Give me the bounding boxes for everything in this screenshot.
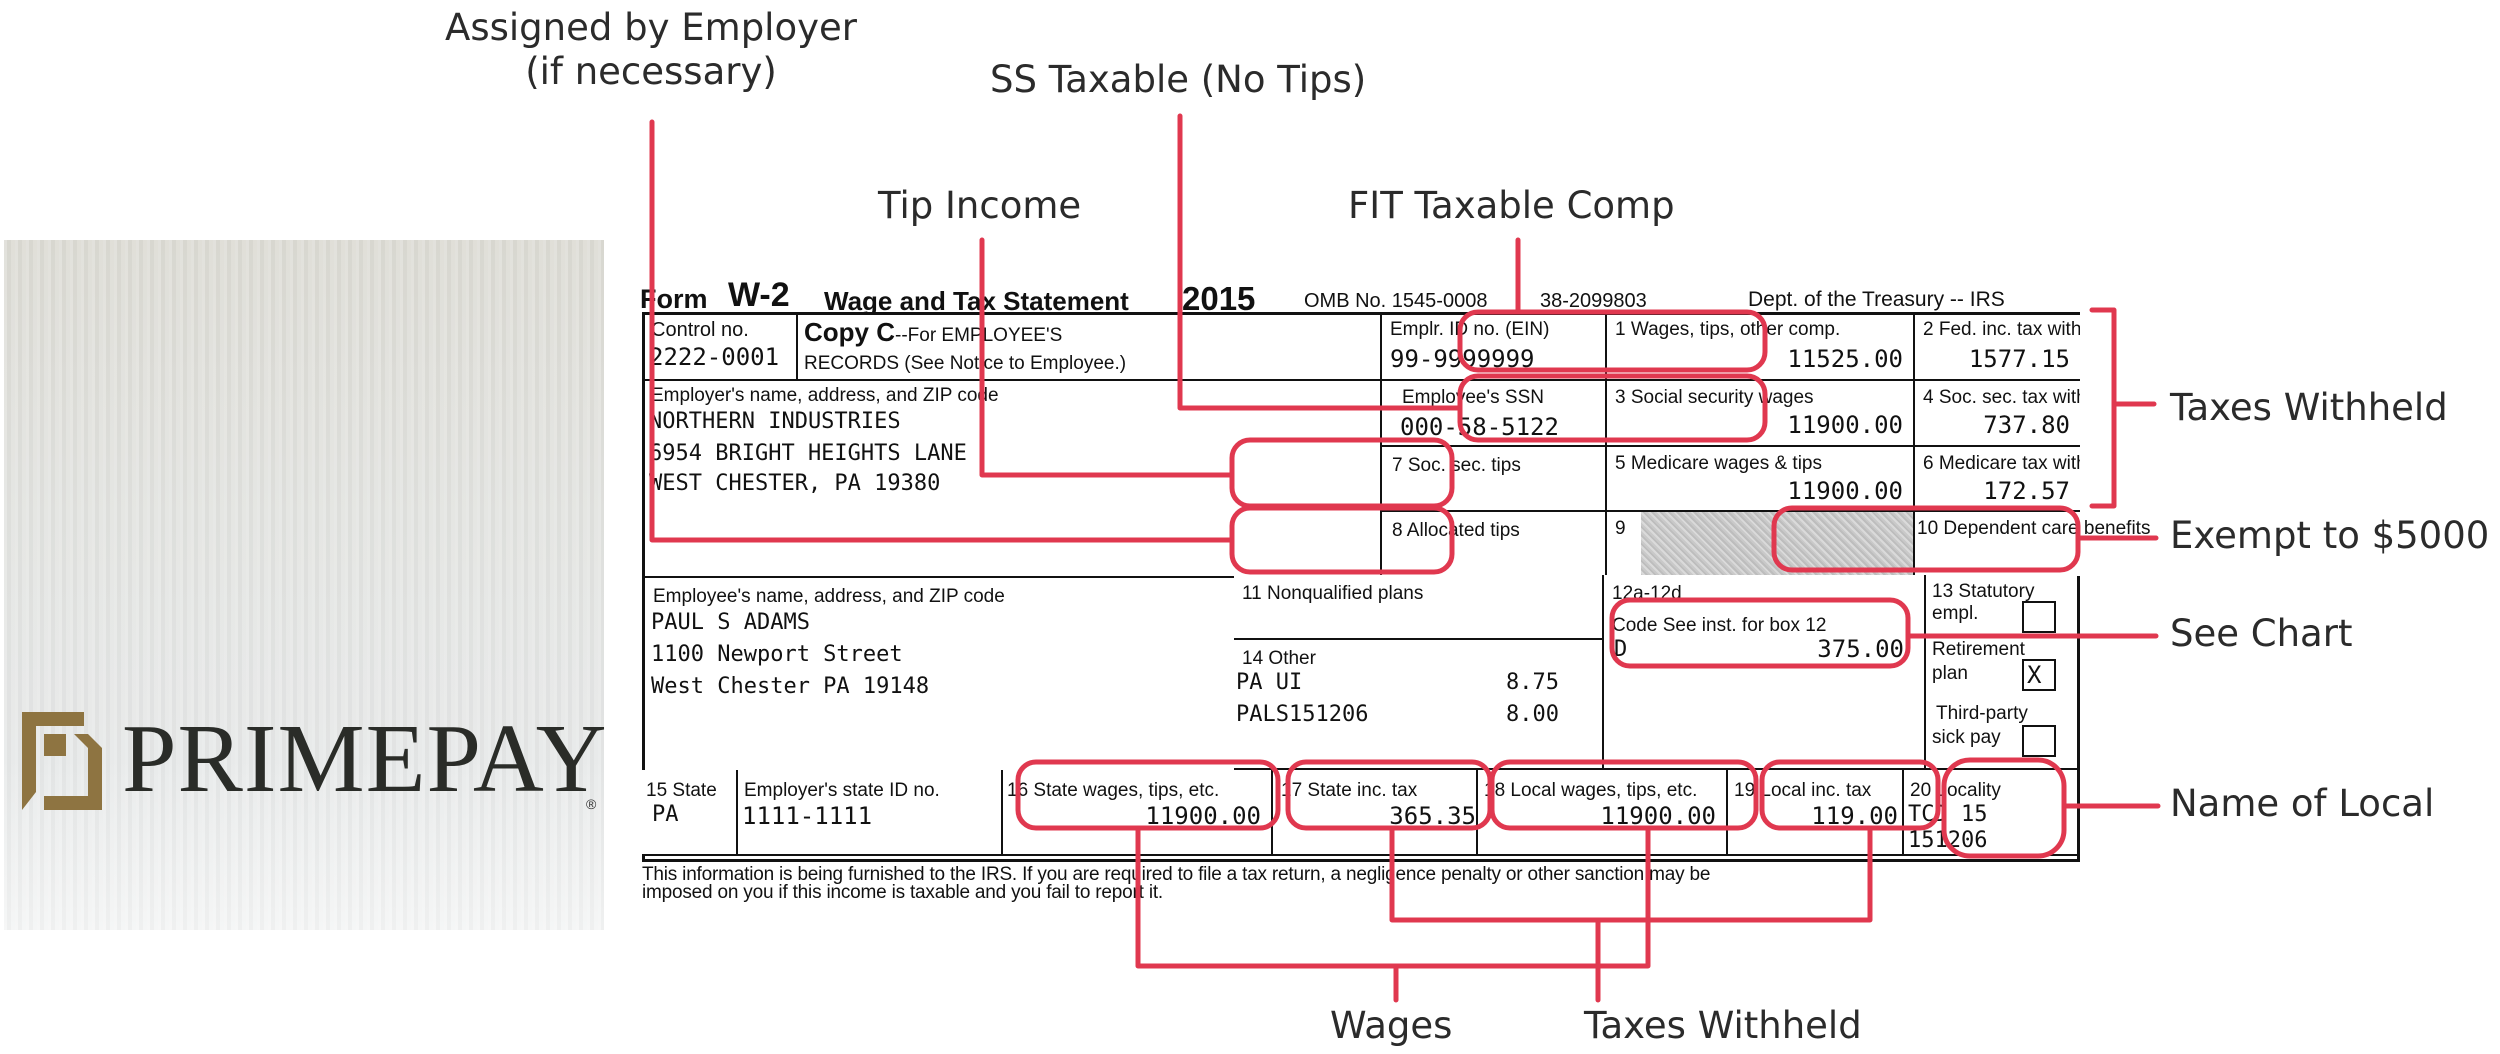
third-party-sick-pay-checkbox[interactable] [2022,725,2056,757]
box-19-label: 19 Local inc. tax [1734,780,1872,801]
box-13-thirdparty-line-1: Third-party [1936,703,2028,724]
box-17: 17 State inc. tax 365.35 [1273,770,1478,856]
box-16-label: 16 State wages, tips, etc. [1007,780,1220,801]
box-15-state: 15 State PA [642,770,738,856]
box-14-row-2-name: PALS151206 [1236,702,1369,727]
annotation-see-chart: See Chart [2170,612,2353,655]
box-14: 14 Other PA UI 8.75 PALS151206 8.00 [1234,640,1604,770]
retirement-plan-checkbox[interactable]: X [2022,659,2056,691]
irs-notice-line-2: imposed on you if this income is taxable… [642,882,1163,903]
box-20: 20 Locality TCD 15 151206 [1904,770,2077,856]
box-18-value: 11900.00 [1600,802,1716,830]
box-14-row-1-amount: 8.75 [1506,670,1559,695]
box-13-retirement-line-1: Retirement [1932,639,2025,660]
annotation-name-of-local: Name of Local [2170,782,2435,825]
primepay-logo-icon [22,712,102,810]
box-19: 19 Local inc. tax 119.00 [1728,770,1904,856]
box-14-row-1-name: PA UI [1236,670,1303,695]
annotation-tip-income: Tip Income [878,184,1082,227]
box-12-value: 375.00 [1817,635,1904,663]
box-16: 16 State wages, tips, etc. 11900.00 [1003,770,1273,856]
box-20-label: 20 Locality [1910,780,2001,801]
annotation-wages: Wages [1330,1004,1453,1047]
dept-treasury: Dept. of the Treasury -- IRS [1748,288,2005,311]
state-id-value: 1111-1111 [742,802,873,830]
primepay-logo-panel: PRIMEPAY ® [4,240,607,930]
box-15-label: 15 State [646,780,717,801]
annotation-assigned-by-employer: Assigned by Employer (if necessary) [436,6,866,95]
w2-form: Form W-2 Wage and Tax Statement 2015 OMB… [640,276,2150,910]
header-ein: 38-2099803 [1540,290,1647,312]
box-13-statutory-line-1: 13 Statutory [1932,581,2035,602]
box-18: 18 Local wages, tips, etc. 11900.00 [1478,770,1728,856]
box-20-line-1: TCD 15 [1908,802,1988,827]
box-15-employer-state-id: Employer's state ID no. 1111-1111 [738,770,1003,856]
box-13-retirement-line-2: plan [1932,663,1968,684]
box-19-value: 119.00 [1811,802,1898,830]
box-15-value: PA [652,802,679,827]
box-14-label: 14 Other [1242,648,1316,669]
box-13: 13 Statutory empl. Retirement plan X Thi… [1926,575,2077,770]
annotation-taxes-withheld-bottom: Taxes Withheld [1584,1004,1862,1047]
registered-mark: ® [586,796,597,812]
box-11: 11 Nonqualified plans [1234,575,1604,640]
box-18-label: 18 Local wages, tips, etc. [1484,780,1698,801]
irs-notice: This information is being furnished to t… [642,865,1710,903]
form-number: W-2 [728,276,790,314]
annotation-fit-taxable: FIT Taxable Comp [1348,184,1675,227]
box-20-line-2: 151206 [1908,828,1988,853]
box-12-sublabel: Code See inst. for box 12 [1612,615,1827,636]
box-17-value: 365.35 [1389,802,1476,830]
box-12-label: 12a-12d [1612,583,1682,604]
callout-taxes-withheld-bracket [2089,307,2117,509]
omb-number: OMB No. 1545-0008 [1304,290,1488,312]
state-id-label: Employer's state ID no. [744,780,940,801]
form-word: Form [640,284,708,314]
box-16-value: 11900.00 [1145,802,1261,830]
box-17-label: 17 State inc. tax [1281,780,1418,801]
box-13-thirdparty-line-2: sick pay [1932,727,2001,748]
box-11-label: 11 Nonqualified plans [1242,583,1424,604]
box-12: 12a-12d Code See inst. for box 12 D 375.… [1604,575,1926,770]
box-13-statutory-line-2: empl. [1932,603,1979,624]
annotation-ss-taxable: SS Taxable (No Tips) [990,58,1367,101]
annotation-taxes-withheld-right: Taxes Withheld [2170,386,2448,429]
annotation-assigned-line-1: Assigned by Employer [445,6,857,49]
primepay-wordmark: PRIMEPAY [122,705,608,813]
annotation-assigned-line-2: (if necessary) [525,50,777,94]
form-grid-lower: 11 Nonqualified plans 14 Other PA UI 8.7… [642,312,2080,862]
box-14-row-2-amount: 8.00 [1506,702,1559,727]
annotation-exempt: Exempt to $5000 [2170,514,2490,557]
box-12-code: D [1614,637,1628,662]
statutory-employee-checkbox[interactable] [2022,601,2056,633]
